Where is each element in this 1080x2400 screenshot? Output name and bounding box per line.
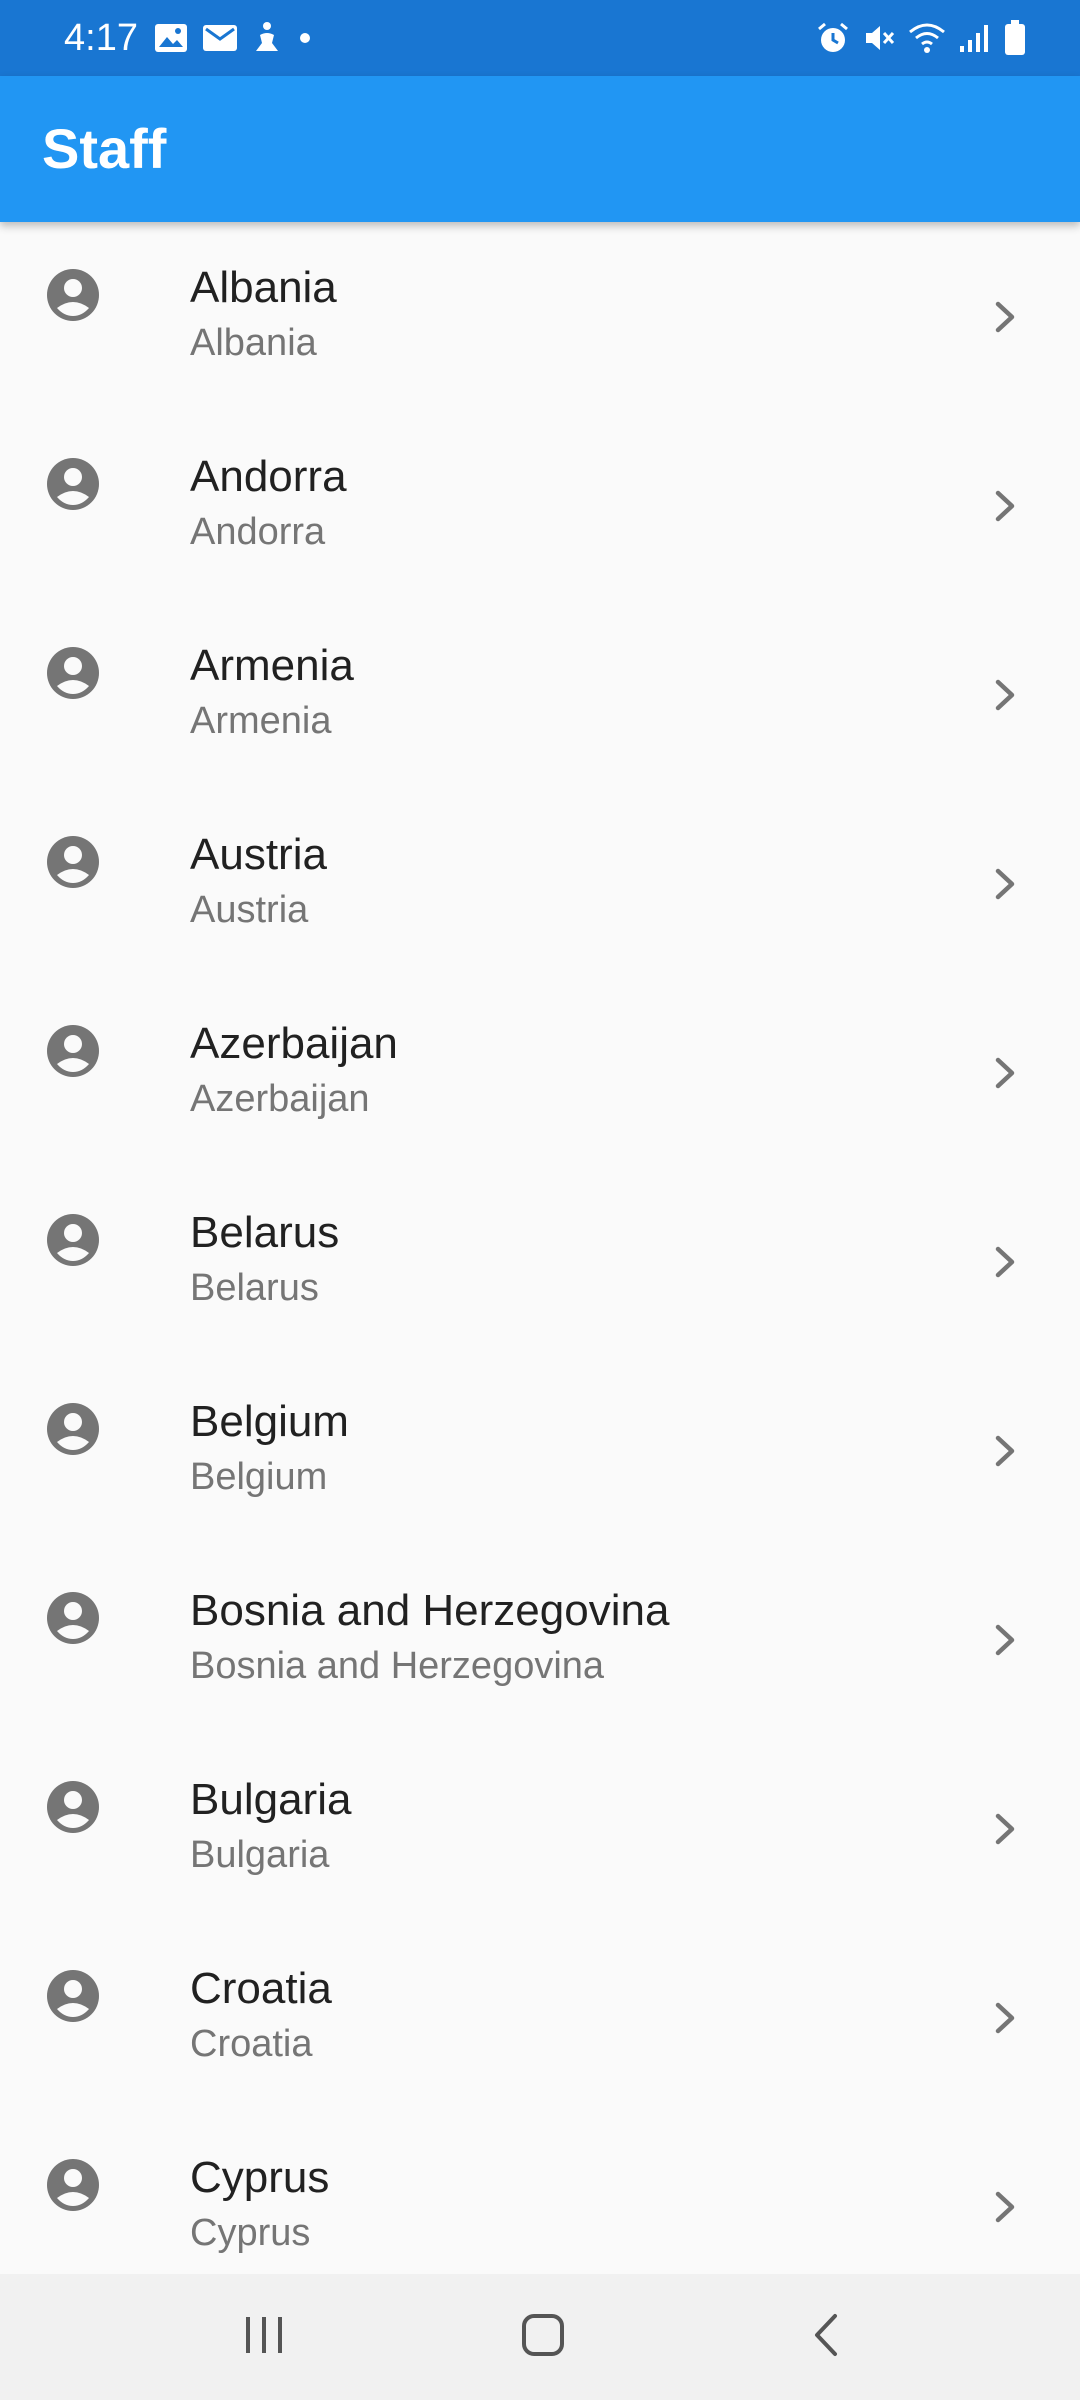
list-item[interactable]: Austria Austria [0,789,1080,978]
status-bar: 4:17 [0,0,1080,76]
recents-button[interactable] [224,2307,304,2367]
list-item-subtitle: Austria [190,889,309,931]
signal-icon [958,22,992,54]
staff-list[interactable]: Albania Albania Andorra Andorra Armenia Armen… [0,222,1080,2274]
status-system-icons [816,18,1026,58]
list-item[interactable]: Bosnia and Herzegovina Bosnia and Herzego… [0,1545,1080,1734]
status-time: 4:17 [64,17,138,59]
account-circle-icon [46,1591,100,1645]
list-item-subtitle: Cyprus [190,2212,311,2254]
list-item-subtitle: Andorra [190,511,326,553]
list-item-subtitle: Armenia [190,700,332,742]
app-bar: Staff [0,76,1080,222]
list-item-title: Cyprus [190,2153,330,2202]
account-circle-icon [46,646,100,700]
account-circle-icon [46,1969,100,2023]
chevron-right-icon [988,1804,1024,1854]
list-item-title: Andorra [190,452,347,501]
list-item-subtitle: Bulgaria [190,1834,330,1876]
account-circle-icon [46,1780,100,1834]
home-icon [520,2312,566,2363]
accessibility-icon [252,21,282,55]
battery-icon [1004,20,1026,56]
alarm-icon [816,21,850,55]
list-item-subtitle: Albania [190,322,317,364]
chevron-right-icon [988,670,1024,720]
list-item[interactable]: Croatia Croatia [0,1923,1080,2112]
list-item[interactable]: Armenia Armenia [0,600,1080,789]
chevron-right-icon [988,481,1024,531]
list-item[interactable]: Andorra Andorra [0,411,1080,600]
account-circle-icon [46,268,100,322]
image-icon [154,23,188,53]
account-circle-icon [46,457,100,511]
list-item-subtitle: Croatia [190,2023,313,2065]
list-item[interactable]: Cyprus Cyprus [0,2112,1080,2274]
chevron-right-icon [988,2182,1024,2232]
chevron-right-icon [988,859,1024,909]
list-item[interactable]: Azerbaijan Azerbaijan [0,978,1080,1167]
list-item[interactable]: Bulgaria Bulgaria [0,1734,1080,1923]
account-circle-icon [46,1213,100,1267]
list-item-title: Bulgaria [190,1775,352,1824]
list-item-subtitle: Azerbaijan [190,1078,370,1120]
account-circle-icon [46,1402,100,1456]
list-item-title: Armenia [190,641,354,690]
list-item-subtitle: Belarus [190,1267,319,1309]
dot-icon [296,29,314,47]
list-item[interactable]: Albania Albania [0,222,1080,411]
list-item[interactable]: Belarus Belarus [0,1167,1080,1356]
list-item-subtitle: Belgium [190,1456,328,1498]
recents-icon [242,2313,286,2362]
list-item-title: Austria [190,830,327,879]
list-item-subtitle: Bosnia and Herzegovina [190,1645,605,1687]
status-notification-icons [154,20,314,56]
list-item[interactable]: Belgium Belgium [0,1356,1080,1545]
list-item-title: Azerbaijan [190,1019,398,1068]
chevron-right-icon [988,1615,1024,1665]
mute-icon [862,21,896,55]
chevron-right-icon [988,1048,1024,1098]
list-item-title: Croatia [190,1964,332,2013]
navigation-bar [0,2274,1080,2400]
account-circle-icon [46,1024,100,1078]
home-button[interactable] [503,2307,583,2367]
chevron-right-icon [988,292,1024,342]
wifi-icon [908,22,946,54]
back-icon [811,2312,841,2363]
chevron-right-icon [988,1237,1024,1287]
page-title: Staff [42,117,167,180]
list-item-title: Bosnia and Herzegovina [190,1586,670,1635]
list-item-title: Belarus [190,1208,340,1257]
chevron-right-icon [988,1993,1024,2043]
account-circle-icon [46,835,100,889]
chevron-right-icon [988,1426,1024,1476]
account-circle-icon [46,2158,100,2212]
list-item-title: Albania [190,263,337,312]
mail-icon [202,23,238,53]
back-button[interactable] [786,2307,866,2367]
list-item-title: Belgium [190,1397,349,1446]
